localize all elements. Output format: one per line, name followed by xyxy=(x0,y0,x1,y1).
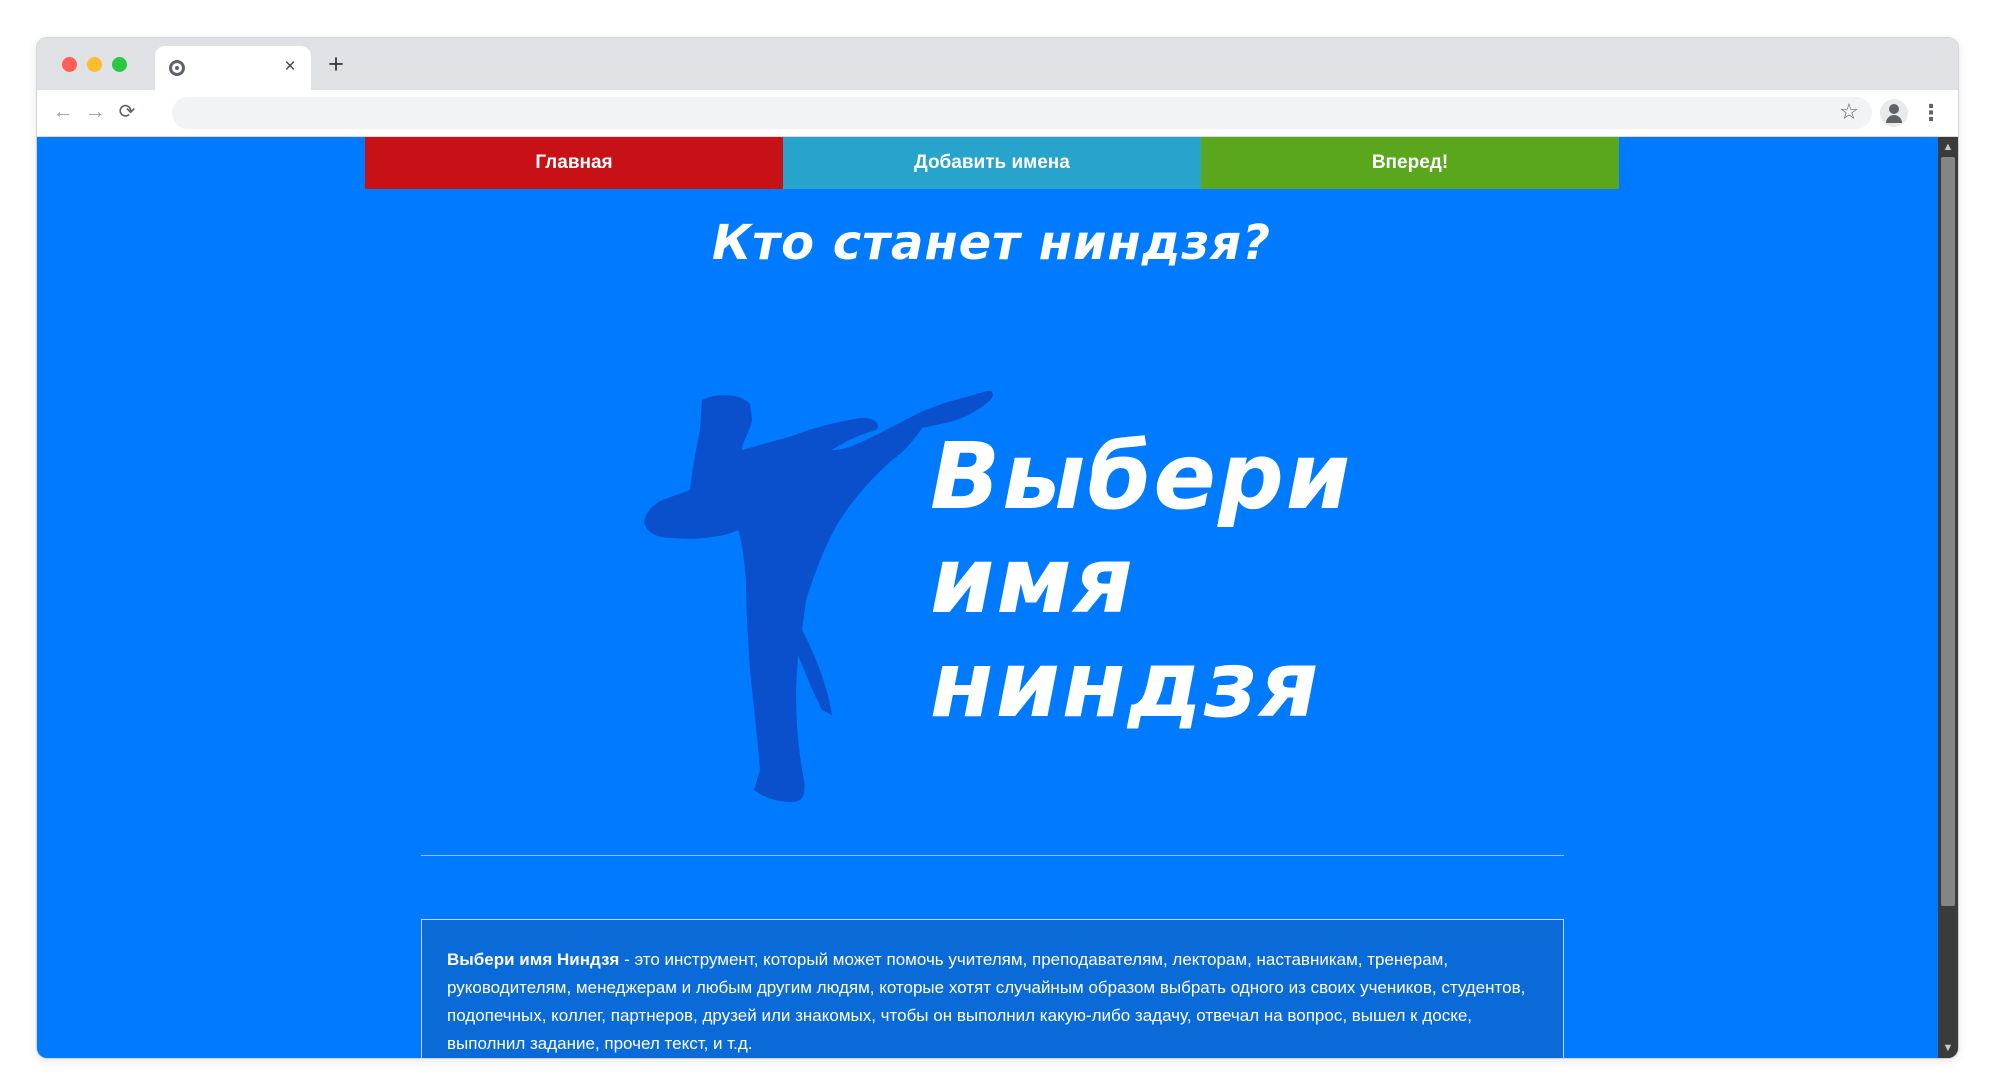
reload-icon[interactable]: ⟳ xyxy=(115,100,139,124)
description-box: Выбери имя Ниндзя - это инструмент, кото… xyxy=(421,919,1564,1058)
bookmark-star-icon[interactable]: ☆ xyxy=(1834,97,1864,127)
logo-line: Выбери xyxy=(930,423,1353,530)
profile-avatar-icon[interactable] xyxy=(1880,99,1908,127)
description-title: Выбери имя Ниндзя xyxy=(447,950,620,969)
nav-forward-link[interactable]: Вперед! xyxy=(1201,137,1619,189)
tab-close-icon[interactable]: × xyxy=(279,56,301,78)
page-title: Кто станет ниндзя? xyxy=(712,215,1271,271)
tab-strip: × + xyxy=(37,38,1958,90)
page-scrollbar[interactable]: ▲ ▼ xyxy=(1938,137,1958,1058)
nav-add-names-link[interactable]: Добавить имена xyxy=(783,137,1201,189)
browser-menu-icon[interactable]: ⋮ xyxy=(1919,98,1943,128)
scrollbar-thumb[interactable] xyxy=(1941,157,1955,906)
section-divider xyxy=(421,855,1564,856)
scroll-down-arrow-icon[interactable]: ▼ xyxy=(1938,1038,1958,1058)
maximize-window-button[interactable] xyxy=(112,57,127,72)
nav-home-link[interactable]: Главная xyxy=(365,137,783,189)
chrome-icon xyxy=(169,60,185,76)
address-bar[interactable] xyxy=(172,97,1872,129)
new-tab-button[interactable]: + xyxy=(323,51,349,78)
logo-line: ниндзя xyxy=(930,631,1321,738)
browser-window: × + ← → ⟳ ☆ ⋮ Главная Добавить имена Впе… xyxy=(37,38,1958,1058)
scroll-up-arrow-icon[interactable]: ▲ xyxy=(1938,137,1958,157)
logo-line: имя xyxy=(930,527,1135,634)
back-arrow-icon[interactable]: ← xyxy=(51,100,75,124)
page-viewport: Главная Добавить имена Вперед! Кто стане… xyxy=(37,137,1958,1058)
forward-arrow-icon[interactable]: → xyxy=(83,100,107,124)
logo-wordmark: Выбери имя ниндзя xyxy=(930,425,1352,737)
close-window-button[interactable] xyxy=(62,57,77,72)
browser-toolbar: ← → ⟳ ☆ ⋮ xyxy=(37,90,1958,137)
minimize-window-button[interactable] xyxy=(87,57,102,72)
site-navbar: Главная Добавить имена Вперед! xyxy=(365,137,1619,189)
browser-tab[interactable]: × xyxy=(155,46,311,90)
